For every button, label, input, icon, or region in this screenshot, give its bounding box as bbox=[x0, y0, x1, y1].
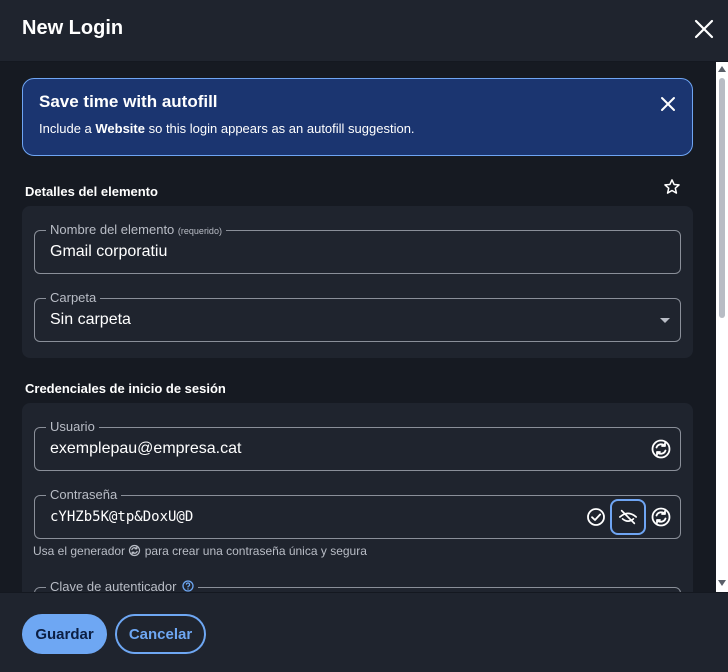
help-icon[interactable] bbox=[182, 580, 194, 592]
banner-close-icon[interactable] bbox=[659, 95, 677, 113]
item-details-card: Nombre del elemento (requerido) Gmail co… bbox=[22, 206, 693, 358]
password-label: Contraseña bbox=[46, 487, 122, 502]
password-value[interactable]: cYHZb5K@tp&DoxU@D bbox=[50, 509, 193, 525]
scrollbar[interactable] bbox=[716, 62, 728, 592]
banner-text: Include a Website so this login appears … bbox=[39, 121, 415, 136]
password-hint: Usa el generador para crear una contrase… bbox=[33, 544, 367, 558]
dialog-header: New Login bbox=[0, 0, 728, 62]
scroll-down-arrow[interactable] bbox=[718, 580, 726, 586]
dialog-content: Save time with autofill Include a Websit… bbox=[0, 62, 716, 592]
folder-label: Carpeta bbox=[46, 290, 101, 305]
credentials-card: Usuario exemplepau@empresa.cat Contraseñ… bbox=[22, 403, 693, 592]
username-label: Usuario bbox=[46, 419, 99, 434]
check-circle-icon[interactable] bbox=[585, 506, 607, 528]
totp-label: Clave de autenticador bbox=[46, 579, 199, 592]
chevron-down-icon bbox=[660, 318, 670, 323]
generate-username-icon[interactable] bbox=[650, 438, 672, 460]
username-field[interactable]: Usuario exemplepau@empresa.cat bbox=[34, 419, 681, 471]
folder-value[interactable]: Sin carpeta bbox=[50, 311, 131, 329]
cancel-button[interactable]: Cancelar bbox=[115, 614, 206, 654]
autofill-banner: Save time with autofill Include a Websit… bbox=[22, 78, 693, 156]
item-name-field[interactable]: Nombre del elemento (requerido) Gmail co… bbox=[34, 222, 681, 274]
close-icon[interactable] bbox=[692, 17, 716, 41]
item-name-value[interactable]: Gmail corporatiu bbox=[50, 243, 167, 261]
password-field[interactable]: Contraseña cYHZb5K@tp&DoxU@D bbox=[34, 487, 681, 539]
banner-title: Save time with autofill bbox=[39, 92, 218, 111]
username-value[interactable]: exemplepau@empresa.cat bbox=[50, 440, 241, 458]
toggle-visibility-button[interactable] bbox=[610, 499, 646, 535]
item-name-label: Nombre del elemento (requerido) bbox=[46, 222, 226, 237]
banner-website-bold: Website bbox=[95, 121, 145, 136]
eye-off-icon bbox=[619, 509, 637, 525]
generate-icon bbox=[129, 544, 141, 557]
dialog-footer: Guardar Cancelar bbox=[0, 592, 728, 672]
scrollbar-thumb[interactable] bbox=[719, 78, 725, 318]
star-icon[interactable] bbox=[663, 178, 681, 196]
save-button[interactable]: Guardar bbox=[22, 614, 107, 654]
generate-password-icon[interactable] bbox=[650, 506, 672, 528]
folder-select[interactable]: Carpeta Sin carpeta bbox=[34, 290, 681, 342]
dialog-title: New Login bbox=[22, 17, 124, 39]
scroll-up-arrow[interactable] bbox=[718, 66, 726, 72]
credentials-title: Credenciales de inicio de sesión bbox=[25, 381, 226, 396]
item-details-title: Detalles del elemento bbox=[25, 184, 158, 199]
